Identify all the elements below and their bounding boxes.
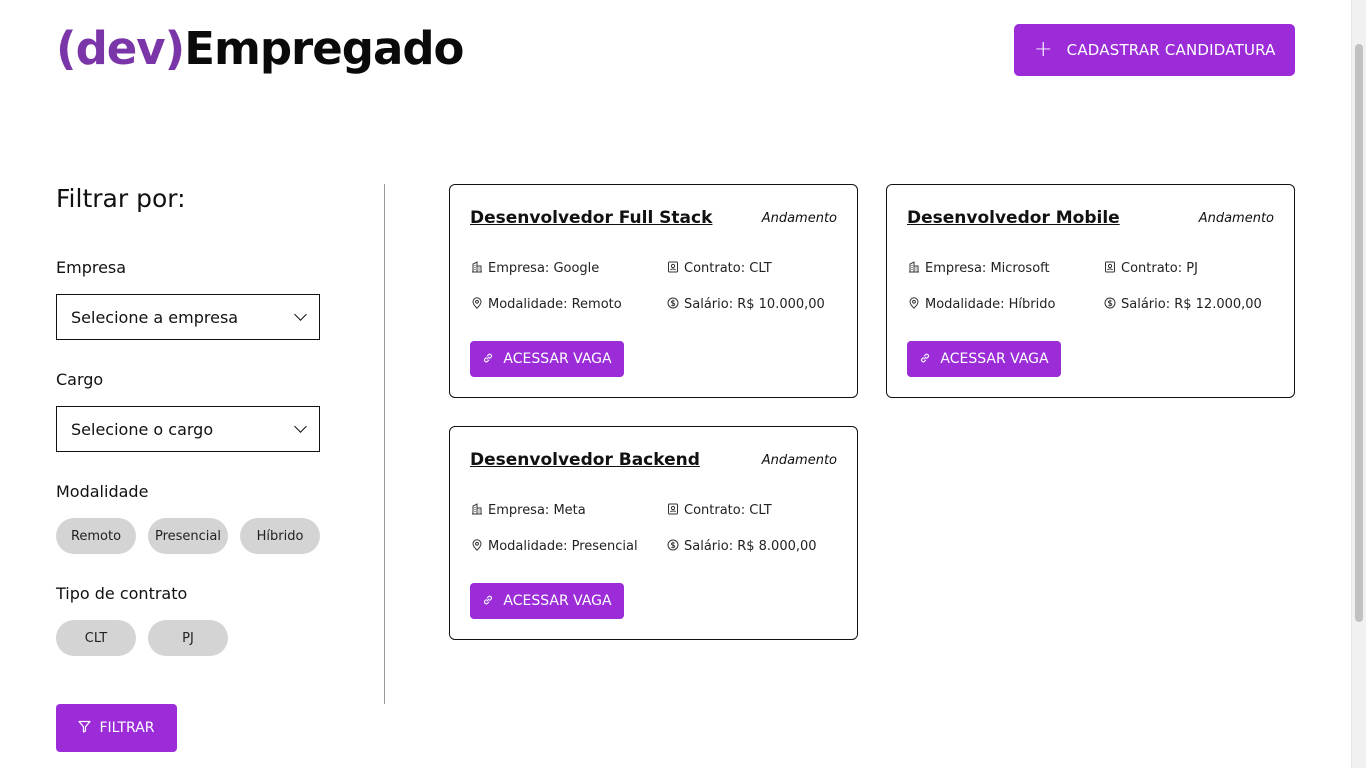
link-icon [482, 352, 494, 367]
role-select[interactable]: Selecione o cargo [56, 406, 320, 452]
job-title[interactable]: Desenvolvedor Full Stack [470, 208, 712, 228]
money-icon [666, 539, 679, 554]
access-job-label: ACESSAR VAGA [940, 351, 1049, 367]
money-icon [1103, 297, 1116, 312]
job-contract-text: Contrato: PJ [1121, 261, 1198, 276]
access-job-button[interactable]: ACESSAR VAGA [907, 341, 1061, 377]
register-application-button[interactable]: + CADASTRAR CANDIDATURA [1014, 24, 1295, 76]
company-select[interactable]: Selecione a empresa [56, 294, 320, 340]
chip-pj[interactable]: PJ [148, 620, 228, 656]
contract-icon [666, 503, 679, 518]
location-pin-icon [470, 297, 483, 312]
job-status: Andamento [761, 453, 837, 468]
job-title[interactable]: Desenvolvedor Backend [470, 450, 700, 470]
job-title[interactable]: Desenvolvedor Mobile [907, 208, 1120, 228]
app-logo[interactable]: (dev)Empregado [56, 22, 464, 76]
job-company-text: Empresa: Meta [488, 503, 586, 518]
logo-paren-text: (dev) [56, 22, 185, 75]
job-modality: Modalidade: Híbrido [907, 297, 1055, 312]
contract-filter-label: Tipo de contrato [56, 584, 188, 603]
job-modality: Modalidade: Presencial [470, 539, 638, 554]
job-company-text: Empresa: Google [488, 261, 600, 276]
job-contract: Contrato: CLT [666, 503, 772, 518]
vertical-scrollbar[interactable] [1351, 0, 1366, 768]
job-salary-text: Salário: R$ 8.000,00 [684, 539, 817, 554]
register-application-label: CADASTRAR CANDIDATURA [1066, 41, 1276, 59]
location-pin-icon [907, 297, 920, 312]
job-contract-text: Contrato: CLT [684, 261, 772, 276]
filter-title: Filtrar por: [56, 184, 186, 213]
chip-hibrido[interactable]: Híbrido [240, 518, 320, 554]
filter-button[interactable]: FILTRAR [56, 704, 177, 752]
modality-filter-label: Modalidade [56, 482, 149, 501]
job-contract-text: Contrato: CLT [684, 503, 772, 518]
job-salary: Salário: R$ 10.000,00 [666, 297, 825, 312]
job-modality: Modalidade: Remoto [470, 297, 622, 312]
access-job-label: ACESSAR VAGA [503, 351, 612, 367]
job-status: Andamento [1198, 211, 1274, 226]
chip-presencial[interactable]: Presencial [148, 518, 228, 554]
access-job-button[interactable]: ACESSAR VAGA [470, 341, 624, 377]
link-icon [919, 352, 931, 367]
contract-icon [1103, 261, 1116, 276]
job-company-text: Empresa: Microsoft [925, 261, 1050, 276]
job-company: Empresa: Microsoft [907, 261, 1050, 276]
job-contract: Contrato: CLT [666, 261, 772, 276]
building-icon [907, 261, 920, 276]
building-icon [470, 261, 483, 276]
job-company: Empresa: Google [470, 261, 599, 276]
filter-icon [78, 720, 92, 737]
job-card: Desenvolvedor Backend Andamento Empresa:… [449, 426, 858, 640]
chip-remoto[interactable]: Remoto [56, 518, 136, 554]
chip-clt[interactable]: CLT [56, 620, 136, 656]
link-icon [482, 594, 494, 609]
role-select-value: Selecione o cargo [71, 419, 214, 439]
scrollbar-thumb[interactable] [1355, 44, 1363, 622]
job-contract: Contrato: PJ [1103, 261, 1198, 276]
filter-button-label: FILTRAR [99, 720, 155, 736]
sidebar-divider [384, 184, 385, 704]
building-icon [470, 503, 483, 518]
access-job-label: ACESSAR VAGA [503, 593, 612, 609]
access-job-button[interactable]: ACESSAR VAGA [470, 583, 624, 619]
job-company: Empresa: Meta [470, 503, 586, 518]
company-select-value: Selecione a empresa [71, 307, 239, 327]
job-modality-text: Modalidade: Remoto [488, 297, 622, 312]
job-card: Desenvolvedor Mobile Andamento Empresa: … [886, 184, 1295, 398]
chevron-down-icon [294, 308, 307, 321]
role-filter-label: Cargo [56, 370, 104, 389]
job-salary-text: Salário: R$ 12.000,00 [1121, 297, 1262, 312]
job-status: Andamento [761, 211, 837, 226]
job-salary: Salário: R$ 8.000,00 [666, 539, 817, 554]
job-modality-text: Modalidade: Híbrido [925, 297, 1056, 312]
logo-main-text: Empregado [184, 22, 464, 75]
job-card: Desenvolvedor Full Stack Andamento Empre… [449, 184, 858, 398]
job-modality-text: Modalidade: Presencial [488, 539, 638, 554]
location-pin-icon [470, 539, 483, 554]
chevron-down-icon [294, 420, 307, 433]
plus-icon: + [1034, 37, 1053, 62]
job-salary-text: Salário: R$ 10.000,00 [684, 297, 825, 312]
company-filter-label: Empresa [56, 258, 127, 277]
contract-icon [666, 261, 679, 276]
money-icon [666, 297, 679, 312]
job-salary: Salário: R$ 12.000,00 [1103, 297, 1262, 312]
